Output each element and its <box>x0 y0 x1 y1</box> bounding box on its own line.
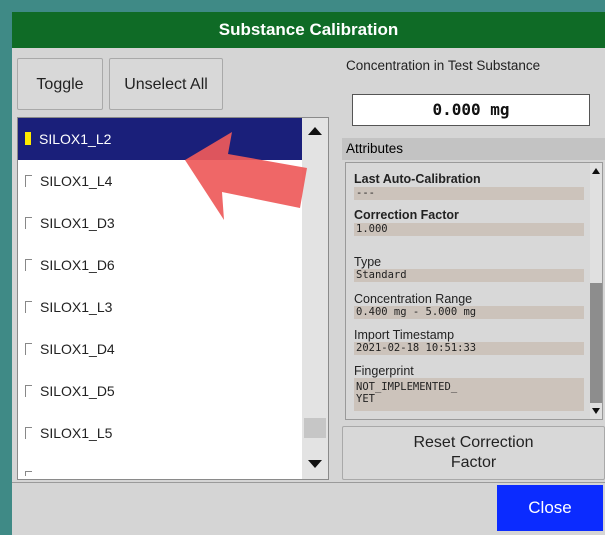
list-item-label: SILOX1_D5 <box>40 383 115 399</box>
attributes-scroll-thumb[interactable] <box>590 283 602 403</box>
list-item-label: SILOX1_L2 <box>39 131 112 147</box>
list-item-label: SILOX1_D3 <box>40 215 115 231</box>
correction-factor-value: 1.000 <box>354 223 584 236</box>
import-timestamp-value: 2021-02-18 10:51:33 <box>354 342 584 355</box>
list-item-silox1-d4[interactable]: SILOX1_D4 <box>18 328 302 370</box>
unselect-all-button[interactable]: Unselect All <box>109 58 223 110</box>
attributes-panel: Last Auto-Calibration --- Correction Fac… <box>345 162 603 420</box>
list-item-silox1-l3[interactable]: SILOX1_L3 <box>18 286 302 328</box>
right-panel: Concentration in Test Substance 0.000 mg… <box>342 54 605 480</box>
reset-correction-factor-button[interactable]: Reset Correction Factor <box>342 426 605 480</box>
list-item-silox1-d6[interactable]: SILOX1_D6 <box>18 244 302 286</box>
concentration-range-value: 0.400 mg - 5.000 mg <box>354 306 584 319</box>
triangle-down-icon[interactable] <box>302 451 328 477</box>
type-label: Type <box>354 255 382 269</box>
triangle-up-icon[interactable] <box>590 165 602 177</box>
fingerprint-value: NOT_IMPLEMENTED_ YET <box>354 378 584 411</box>
concentration-range-label: Concentration Range <box>354 292 473 306</box>
dialog-title: Substance Calibration <box>12 12 605 48</box>
list-item-label: SILOX1_L4 <box>40 173 113 189</box>
annotation-arrow-icon <box>185 132 307 220</box>
attributes-scrollbar[interactable] <box>590 163 602 419</box>
checkbox[interactable] <box>25 343 32 355</box>
checkbox[interactable] <box>25 427 32 439</box>
substance-calibration-dialog: Substance Calibration Toggle Unselect Al… <box>12 12 605 535</box>
last-auto-calibration-label: Last Auto-Calibration <box>354 172 481 186</box>
attributes-header: Attributes <box>342 138 605 160</box>
triangle-down-icon[interactable] <box>590 405 602 417</box>
fingerprint-label: Fingerprint <box>354 364 414 378</box>
concentration-label: Concentration in Test Substance <box>346 58 541 73</box>
list-item-partial[interactable] <box>18 456 302 476</box>
checkbox[interactable] <box>25 259 32 271</box>
last-auto-calibration-value: --- <box>354 187 584 200</box>
list-item-silox1-l5[interactable]: SILOX1_L5 <box>18 412 302 454</box>
type-value: Standard <box>354 269 584 282</box>
list-item-label: SILOX1_L3 <box>40 299 113 315</box>
list-item-label: SILOX1_L5 <box>40 425 113 441</box>
list-item-label: SILOX1_D4 <box>40 341 115 357</box>
footer-divider <box>12 482 605 483</box>
checkbox[interactable] <box>25 132 31 145</box>
checkbox[interactable] <box>25 385 32 397</box>
list-item-label: SILOX1_D6 <box>40 257 115 273</box>
checkbox[interactable] <box>25 217 32 229</box>
checkbox[interactable] <box>25 471 32 476</box>
scroll-thumb[interactable] <box>304 418 326 438</box>
correction-factor-label: Correction Factor <box>354 208 459 222</box>
checkbox[interactable] <box>25 301 32 313</box>
list-item-silox1-d5[interactable]: SILOX1_D5 <box>18 370 302 412</box>
concentration-field[interactable]: 0.000 mg <box>352 94 590 126</box>
import-timestamp-label: Import Timestamp <box>354 328 455 342</box>
checkbox[interactable] <box>25 175 32 187</box>
toggle-button[interactable]: Toggle <box>17 58 103 110</box>
close-button[interactable]: Close <box>497 485 603 531</box>
